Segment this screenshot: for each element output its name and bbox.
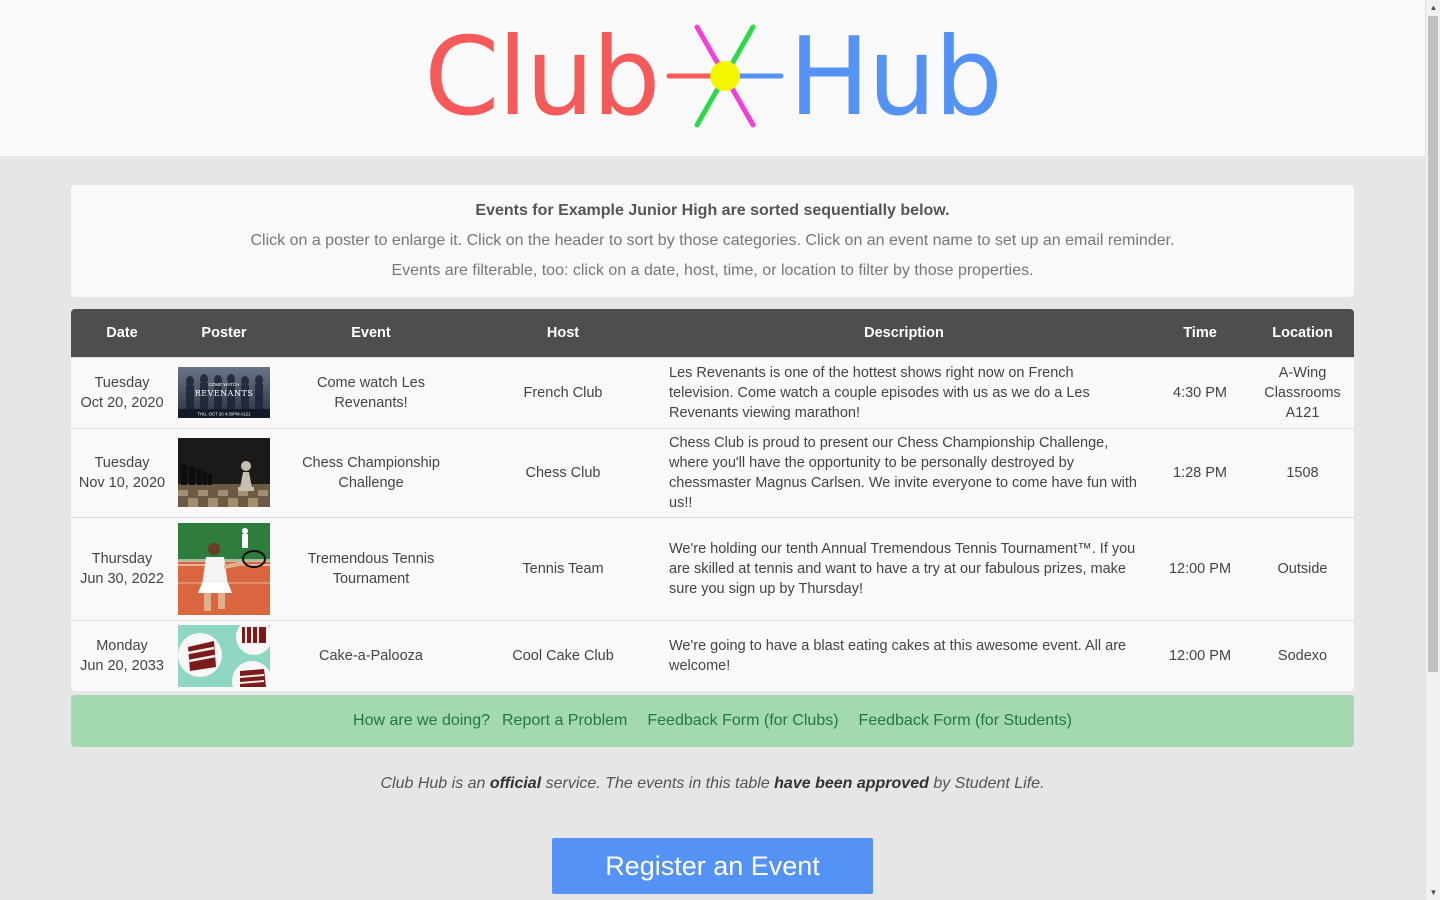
page-scrollbar[interactable]: ▲ ▼ xyxy=(1425,0,1440,900)
date-cell[interactable]: Thursday Jun 30, 2022 xyxy=(71,516,173,620)
instructions-panel: Events for Example Junior High are sorte… xyxy=(71,185,1354,297)
site-header: Club Hub xyxy=(0,0,1425,156)
instructions-line-2: Events are filterable, too: click on a d… xyxy=(391,262,1034,279)
header-event[interactable]: Event xyxy=(275,309,467,357)
logo-club-text: Club xyxy=(424,15,660,140)
host-cell[interactable]: Chess Club xyxy=(467,427,659,517)
instructions-title: Events for Example Junior High are sorte… xyxy=(475,202,950,219)
header-location[interactable]: Location xyxy=(1251,309,1354,357)
logo-spark-icon xyxy=(666,24,784,128)
poster-cell: COME WATCH REVENANTS THU, OCT 20 4:30PM … xyxy=(173,356,275,428)
event-name-cell[interactable]: Come watch Les Revenants! xyxy=(275,356,467,428)
scroll-up-arrow-icon[interactable]: ▲ xyxy=(1426,0,1440,15)
instructions-line-1: Click on a poster to enlarge it. Click o… xyxy=(250,232,1175,249)
table-header-row: Date Poster Event Host Description Time … xyxy=(71,309,1354,357)
poster-les-revenants[interactable]: COME WATCH REVENANTS THU, OCT 20 4:30PM … xyxy=(178,367,270,418)
club-hub-logo[interactable]: Club Hub xyxy=(0,18,1425,138)
page: Club Hub Events for Example Junior High … xyxy=(0,0,1425,900)
date-value: Oct 20, 2020 xyxy=(80,394,164,411)
time-cell[interactable]: 12:00 PM xyxy=(1149,619,1251,691)
poster-cake[interactable] xyxy=(178,624,270,687)
location-cell[interactable]: Sodexo xyxy=(1251,619,1354,691)
description-cell: We're holding our tenth Annual Tremendou… xyxy=(659,516,1149,620)
table-row: Tuesday Nov 10, 2020 Chess Championship … xyxy=(71,427,1354,517)
location-cell[interactable]: A-Wing Classrooms A121 xyxy=(1251,356,1354,428)
event-name-cell[interactable]: Chess Championship Challenge xyxy=(275,427,467,517)
events-table: Date Poster Event Host Description Time … xyxy=(71,309,1354,691)
notice-official: official xyxy=(489,775,542,792)
feedback-students-link[interactable]: Feedback Form (for Students) xyxy=(859,712,1072,730)
notice-approved: have been approved xyxy=(774,775,929,792)
date-value: Nov 10, 2020 xyxy=(78,474,166,491)
poster-cell xyxy=(173,427,275,517)
date-day: Tuesday xyxy=(94,454,150,471)
header-date[interactable]: Date xyxy=(71,309,173,357)
poster-tennis[interactable] xyxy=(178,522,270,615)
feedback-bar: How are we doing? Report a Problem Feedb… xyxy=(71,695,1354,747)
location-cell[interactable]: 1508 xyxy=(1251,427,1354,517)
official-notice: Club Hub is an official service. The eve… xyxy=(0,775,1425,793)
poster-caption-top: COME WATCH xyxy=(209,382,240,387)
feedback-prompt: How are we doing? xyxy=(353,712,490,729)
poster-cell xyxy=(173,619,275,691)
host-cell[interactable]: Cool Cake Club xyxy=(467,619,659,691)
poster-caption-title: REVENANTS xyxy=(195,389,254,398)
date-day: Thursday xyxy=(91,550,153,567)
host-cell[interactable]: French Club xyxy=(467,356,659,428)
feedback-clubs-link[interactable]: Feedback Form (for Clubs) xyxy=(647,712,838,730)
poster-cell xyxy=(173,516,275,620)
time-cell[interactable]: 4:30 PM xyxy=(1149,356,1251,428)
table-row: Thursday Jun 30, 2022 Tremendous Tennis … xyxy=(71,516,1354,620)
notice-part-1: Club Hub is an xyxy=(380,775,490,792)
header-poster[interactable]: Poster xyxy=(173,309,275,357)
notice-part-2: service. The events in this table xyxy=(541,775,775,792)
date-day: Monday xyxy=(96,637,148,654)
poster-caption-bottom: THU, OCT 20 4:30PM A121 xyxy=(197,412,251,417)
header-description[interactable]: Description xyxy=(659,309,1149,357)
poster-chess[interactable] xyxy=(178,438,270,507)
date-cell[interactable]: Tuesday Oct 20, 2020 xyxy=(71,356,173,428)
report-problem-link[interactable]: Report a Problem xyxy=(502,712,627,730)
register-event-button[interactable]: Register an Event xyxy=(552,838,873,894)
description-cell: Les Revenants is one of the hottest show… xyxy=(659,356,1149,428)
host-cell[interactable]: Tennis Team xyxy=(467,516,659,620)
event-name-cell[interactable]: Cake-a-Palooza xyxy=(275,619,467,691)
logo-hub-text: Hub xyxy=(788,15,1003,140)
location-cell[interactable]: Outside xyxy=(1251,516,1354,620)
date-value: Jun 30, 2022 xyxy=(80,570,164,587)
date-cell[interactable]: Monday Jun 20, 2033 xyxy=(71,619,173,691)
description-cell: We're going to have a blast eating cakes… xyxy=(659,619,1149,691)
time-cell[interactable]: 12:00 PM xyxy=(1149,516,1251,620)
notice-part-3: by Student Life. xyxy=(928,775,1045,792)
time-cell[interactable]: 1:28 PM xyxy=(1149,427,1251,517)
event-name-cell[interactable]: Tremendous Tennis Tournament xyxy=(275,516,467,620)
date-value: Jun 20, 2033 xyxy=(80,657,164,674)
table-row: Tuesday Oct 20, 2020 COME WATCH REVENANT… xyxy=(71,356,1354,428)
date-cell[interactable]: Tuesday Nov 10, 2020 xyxy=(71,427,173,517)
scroll-down-arrow-icon[interactable]: ▼ xyxy=(1426,885,1440,900)
scroll-thumb[interactable] xyxy=(1428,16,1438,672)
table-row: Monday Jun 20, 2033 Cake-a-Palooza Cool … xyxy=(71,619,1354,691)
header-host[interactable]: Host xyxy=(467,309,659,357)
date-day: Tuesday xyxy=(94,374,150,391)
description-cell: Chess Club is proud to present our Chess… xyxy=(659,427,1149,517)
header-time[interactable]: Time xyxy=(1149,309,1251,357)
